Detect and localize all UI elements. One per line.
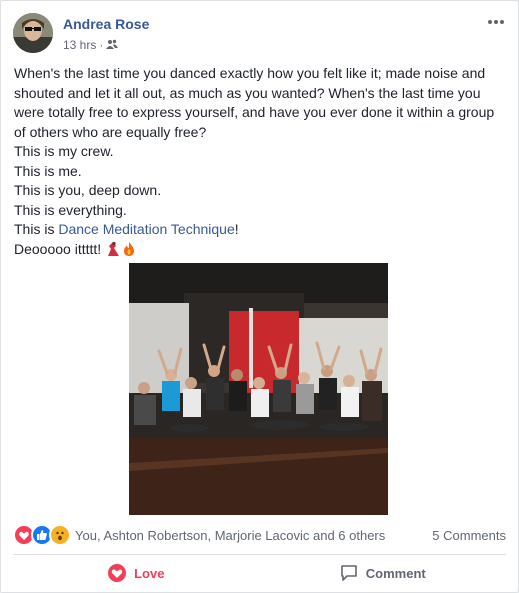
post-line: This is me. xyxy=(14,162,82,179)
last-line: Deooooo ittttt! xyxy=(14,240,102,257)
love-icon xyxy=(108,564,127,582)
post-line: Deooooo ittttt! xyxy=(14,240,509,260)
divider xyxy=(13,554,506,555)
friends-icon[interactable] xyxy=(106,38,119,52)
post-actions: Love Comment xyxy=(13,557,506,589)
author-avatar[interactable] xyxy=(13,13,53,53)
post-line: This is everything. xyxy=(14,201,127,218)
more-options-icon[interactable] xyxy=(486,15,506,29)
dancer-emoji-icon xyxy=(105,241,121,257)
post-line: This is Dance Meditation Technique! xyxy=(14,220,509,240)
post-paragraph: When's the last time you danced exactly … xyxy=(14,65,495,140)
comments-count[interactable]: 5 Comments xyxy=(432,528,506,543)
comment-label: Comment xyxy=(365,565,426,581)
love-label: Love xyxy=(134,565,165,581)
reaction-icons[interactable] xyxy=(13,524,71,546)
post-line: This is my crew. xyxy=(14,143,114,159)
dance-meditation-link[interactable]: Dance Meditation Technique xyxy=(58,221,234,237)
post-line: This is you, deep down. xyxy=(14,182,162,198)
post-header: Andrea Rose 13 hrs · xyxy=(13,13,506,57)
reactions-bar: You, Ashton Robertson, Marjorie Lacovic … xyxy=(13,524,506,546)
author-name[interactable]: Andrea Rose xyxy=(63,16,149,32)
reaction-summary[interactable]: You, Ashton Robertson, Marjorie Lacovic … xyxy=(75,528,385,543)
love-button[interactable]: Love xyxy=(13,557,260,589)
dance-group-photo[interactable] xyxy=(129,263,388,515)
comment-icon xyxy=(340,565,357,581)
fire-emoji-icon xyxy=(121,241,137,257)
link-suffix: ! xyxy=(234,221,239,237)
post-card: Andrea Rose 13 hrs · When's the last tim… xyxy=(0,0,519,593)
post-time[interactable]: 13 hrs xyxy=(63,38,96,52)
post-photo-area xyxy=(1,263,518,515)
link-prefix: This is xyxy=(14,221,59,237)
comment-button[interactable]: Comment xyxy=(260,557,507,589)
wow-reaction-icon xyxy=(49,524,71,546)
avatar-photo xyxy=(13,13,53,53)
post-meta: 13 hrs · xyxy=(63,38,119,52)
post-text: When's the last time you danced exactly … xyxy=(14,64,509,259)
meta-separator: · xyxy=(99,38,104,52)
